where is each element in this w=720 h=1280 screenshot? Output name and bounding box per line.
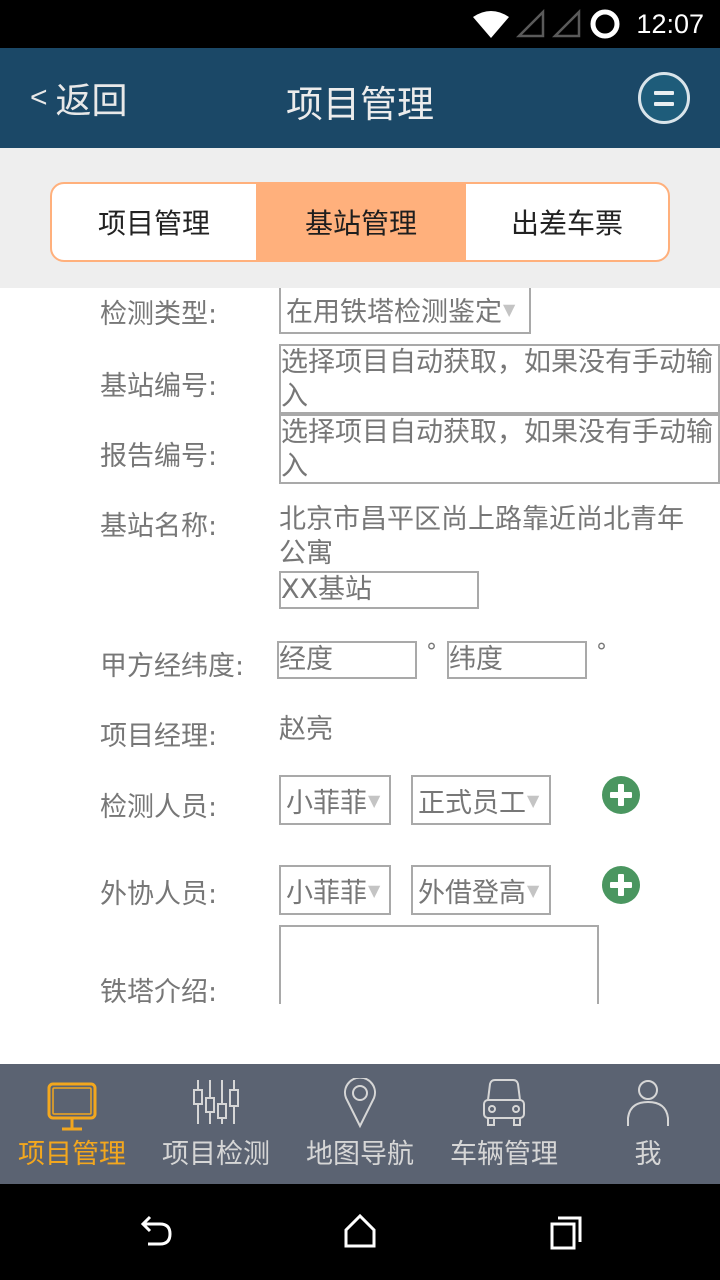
external-staff-label: 外协人员: [100,879,218,910]
system-back-button[interactable] [134,1212,178,1252]
nav-project-inspection[interactable]: 项目检测 [144,1064,288,1184]
detect-type-label: 检测类型: [100,299,218,330]
station-no-label: 基站编号: [100,371,218,402]
back-arrow-icon [140,1215,172,1246]
manager-value: 赵亮 [279,714,333,745]
station-address: 北京市昌平区尚上路靠近尚北青年公寓 [279,504,684,569]
tab-area: 项目管理 基站管理 出差车票 [0,148,720,288]
segmented-tabs: 项目管理 基站管理 出差车票 [50,182,670,262]
monitor-icon [47,1082,97,1131]
tab-travel-tickets[interactable]: 出差车票 [466,184,668,260]
nav-me[interactable]: 我 [576,1064,720,1184]
signal-icon [516,9,545,38]
inspector-person-select[interactable]: 小菲菲 ▼ [279,775,391,825]
status-bar: 12:07 [0,0,720,48]
detect-type-value: 在用铁塔检测鉴定 [286,296,502,328]
inspector-person-value: 小菲菲 [286,787,367,819]
station-name-label: 基站名称: [100,511,218,542]
coords-label: 甲方经纬度: [100,651,245,682]
system-home-button[interactable] [338,1212,382,1252]
report-no-input[interactable]: 选择项目自动获取，如果没有手动输入 [279,414,720,484]
dropdown-arrow-icon: ▼ [368,790,381,810]
station-no-input[interactable]: 选择项目自动获取，如果没有手动输入 [279,344,720,414]
degree-symbol: ° [596,640,607,665]
add-external-button[interactable] [602,866,640,904]
signal-icon [552,9,581,38]
nav-label: 地图导航 [306,1139,414,1170]
longitude-input[interactable]: 经度 [277,641,417,679]
car-icon [483,1079,525,1126]
external-type-value: 外借登高 [418,877,526,909]
degree-symbol: ° [426,640,437,665]
system-recents-button[interactable] [544,1212,588,1252]
dropdown-arrow-icon: ▼ [503,299,516,319]
dropdown-arrow-icon: ▼ [368,880,381,900]
external-person-value: 小菲菲 [286,877,367,909]
nav-label: 项目管理 [18,1139,126,1170]
dropdown-arrow-icon: ▼ [527,790,540,810]
page-title: 项目管理 [286,83,434,126]
nav-map-navigation[interactable]: 地图导航 [288,1064,432,1184]
menu-button[interactable] [638,72,690,124]
tab-station-management[interactable]: 基站管理 [256,184,466,260]
bottom-nav: 项目管理 项目检测 地图导航 车辆管理 我 [0,1064,720,1184]
circle-status-icon [590,9,620,39]
user-icon [627,1080,669,1126]
external-person-select[interactable]: 小菲菲 ▼ [279,865,391,915]
nav-label: 项目检测 [162,1139,270,1170]
add-inspector-button[interactable] [602,776,640,814]
external-type-select[interactable]: 外借登高 ▼ [411,865,551,915]
app-header: < 返回 项目管理 [0,48,720,148]
nav-label: 车辆管理 [450,1139,558,1170]
report-no-label: 报告编号: [100,441,218,472]
inspectors-label: 检测人员: [100,792,218,823]
sliders-icon [193,1080,239,1124]
map-pin-icon [344,1078,376,1129]
wifi-icon [473,11,510,38]
latitude-input[interactable]: 纬度 [447,641,587,679]
detect-type-select[interactable]: 在用铁塔检测鉴定 ▼ [279,288,531,334]
system-nav-bar [0,1184,720,1280]
dropdown-arrow-icon: ▼ [527,880,540,900]
tab-project-management[interactable]: 项目管理 [52,184,256,260]
nav-project-management[interactable]: 项目管理 [0,1064,144,1184]
tower-intro-label: 铁塔介绍: [100,977,218,1004]
tower-intro-textarea[interactable] [279,925,599,1004]
home-icon [344,1213,376,1248]
clock: 12:07 [636,8,704,39]
nav-label: 我 [634,1139,662,1170]
manager-label: 项目经理: [100,721,218,752]
station-name-input[interactable]: XX基站 [279,571,479,609]
inspector-type-select[interactable]: 正式员工 ▼ [411,775,551,825]
recents-icon [550,1216,582,1250]
station-form: 检测类型: 在用铁塔检测鉴定 ▼ 基站编号: 选择项目自动获取，如果没有手动输入… [0,288,720,1004]
nav-vehicle-management[interactable]: 车辆管理 [432,1064,576,1184]
inspector-type-value: 正式员工 [418,787,526,819]
